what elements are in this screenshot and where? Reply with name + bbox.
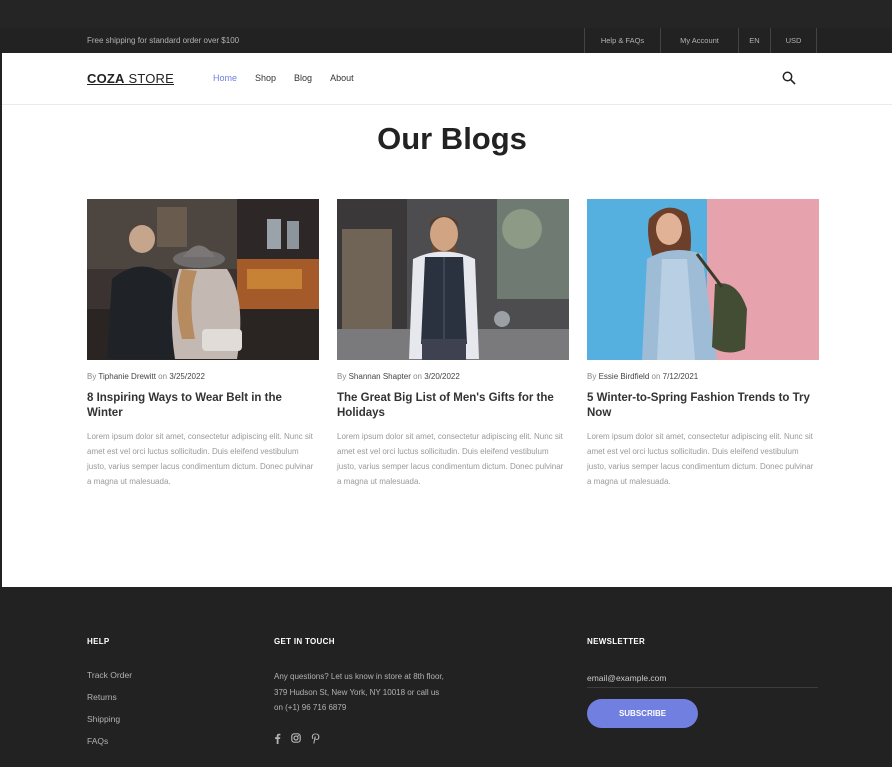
by-label: By	[87, 372, 97, 381]
blog-excerpt: Lorem ipsum dolor sit amet, consectetur …	[337, 432, 564, 486]
returns-link[interactable]: Returns	[87, 692, 132, 714]
blog-excerpt: Lorem ipsum dolor sit amet, consectetur …	[87, 432, 314, 486]
newsletter-email-input[interactable]	[587, 668, 818, 688]
get-in-touch-heading: GET IN TOUCH	[274, 637, 335, 646]
pinterest-icon[interactable]	[311, 733, 320, 747]
footer: HELP Track Order Returns Shipping FAQs G…	[0, 587, 892, 767]
instagram-icon[interactable]	[291, 733, 301, 747]
blog-date: 3/25/2022	[169, 372, 205, 381]
blog-meta: By Shannan Shapter on 3/20/2022	[337, 372, 569, 381]
logo[interactable]: COZA STORE	[87, 71, 174, 86]
blog-excerpt: Lorem ipsum dolor sit amet, consectetur …	[587, 432, 814, 486]
nav-about[interactable]: About	[330, 73, 354, 83]
blog-image-1[interactable]	[87, 199, 319, 360]
contact-text: Any questions? Let us know in store at 8…	[274, 672, 444, 712]
blog-title[interactable]: The Great Big List of Men's Gifts for th…	[337, 391, 569, 421]
top-bar-links: Help & FAQs My Account EN USD	[584, 28, 817, 53]
language-selector[interactable]: EN	[739, 28, 771, 53]
subscribe-button[interactable]: SUBSCRIBE	[587, 699, 698, 728]
blog-author[interactable]: Tiphanie Drewitt	[98, 372, 156, 381]
by-label: By	[587, 372, 597, 381]
nav-shop[interactable]: Shop	[255, 73, 276, 83]
on-label: on	[651, 372, 661, 381]
help-faqs-link[interactable]: Help & FAQs	[585, 28, 661, 53]
currency-selector[interactable]: USD	[771, 28, 817, 53]
blog-title[interactable]: 8 Inspiring Ways to Wear Belt in the Win…	[87, 391, 319, 421]
main-nav: Home Shop Blog About	[213, 73, 372, 83]
blog-card: By Shannan Shapter on 3/20/2022 The Grea…	[337, 199, 569, 489]
facebook-icon[interactable]	[274, 733, 281, 747]
on-label: on	[158, 372, 168, 381]
header: COZA STORE Home Shop Blog About	[2, 53, 892, 105]
faqs-link[interactable]: FAQs	[87, 736, 132, 758]
blog-author[interactable]: Essie Birdfield	[599, 372, 650, 381]
blog-author[interactable]: Shannan Shapter	[349, 372, 411, 381]
blog-meta: By Essie Birdfield on 7/12/2021	[587, 372, 819, 381]
logo-bold-text: COZA	[87, 71, 125, 86]
browser-top-strip	[0, 0, 892, 28]
main-content: COZA STORE Home Shop Blog About Our Blog…	[2, 53, 892, 587]
blog-title[interactable]: 5 Winter-to-Spring Fashion Trends to Try…	[587, 391, 819, 421]
top-bar: Free shipping for standard order over $1…	[0, 28, 892, 53]
search-icon[interactable]	[782, 71, 796, 85]
blog-date: 7/12/2021	[662, 372, 699, 381]
nav-blog[interactable]: Blog	[294, 73, 312, 83]
blog-image-2[interactable]	[337, 199, 569, 360]
shipping-promo: Free shipping for standard order over $1…	[87, 36, 240, 45]
logo-light-text: STORE	[124, 71, 175, 86]
on-label: on	[413, 372, 422, 381]
blog-meta: By Tiphanie Drewitt on 3/25/2022	[87, 372, 319, 381]
newsletter-heading: NEWSLETTER	[587, 637, 646, 646]
nav-home[interactable]: Home	[213, 73, 237, 83]
social-links	[274, 733, 330, 747]
help-links: Track Order Returns Shipping FAQs	[87, 670, 132, 758]
my-account-link[interactable]: My Account	[661, 28, 739, 53]
blog-image-3[interactable]	[587, 199, 819, 360]
page-title: Our Blogs	[377, 121, 527, 156]
track-order-link[interactable]: Track Order	[87, 670, 132, 692]
by-label: By	[337, 372, 347, 381]
blog-card: By Tiphanie Drewitt on 3/25/2022 8 Inspi…	[87, 199, 319, 489]
blog-card: By Essie Birdfield on 7/12/2021 5 Winter…	[587, 199, 819, 489]
shipping-link[interactable]: Shipping	[87, 714, 132, 736]
help-heading: HELP	[87, 637, 110, 646]
blog-date: 3/20/2022	[424, 372, 460, 381]
